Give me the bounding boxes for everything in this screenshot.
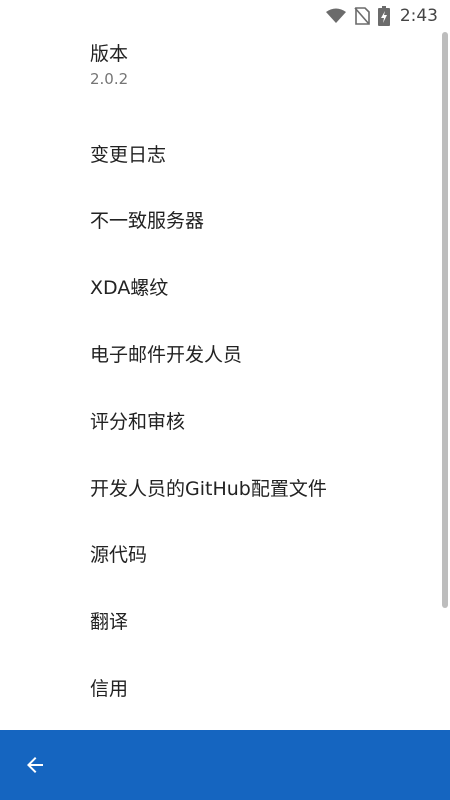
- settings-item-changelog[interactable]: 变更日志: [90, 122, 430, 188]
- status-time: 2:43: [399, 6, 438, 26]
- scrollbar[interactable]: [442, 32, 448, 608]
- settings-item-title: 源代码: [90, 544, 148, 566]
- settings-item-title: 电子邮件开发人员: [90, 344, 243, 366]
- settings-item-credits[interactable]: 信用: [90, 656, 430, 722]
- settings-item-title: 版本: [90, 43, 129, 65]
- settings-list: 版本 2.0.2 变更日志 不一致服务器 XDA螺纹 电子邮件开发人员 评分和审…: [0, 32, 450, 730]
- status-bar: 2:43: [0, 0, 450, 32]
- wifi-icon: [325, 8, 346, 24]
- settings-item-title: XDA螺纹: [90, 277, 169, 299]
- settings-item-title: 不一致服务器: [90, 210, 205, 232]
- settings-item-discord-server[interactable]: 不一致服务器: [90, 188, 430, 254]
- back-button[interactable]: [15, 745, 55, 785]
- settings-item-github-profile[interactable]: 开发人员的GitHub配置文件: [90, 456, 430, 522]
- settings-item-xda-thread[interactable]: XDA螺纹: [90, 255, 430, 321]
- settings-item-summary: 2.0.2: [90, 70, 129, 88]
- no-sim-icon: [354, 7, 370, 25]
- settings-item-title: 变更日志: [90, 144, 167, 166]
- settings-item-email-developer[interactable]: 电子邮件开发人员: [90, 322, 430, 388]
- settings-item-version[interactable]: 版本 2.0.2: [90, 32, 430, 98]
- settings-item-rate-review[interactable]: 评分和审核: [90, 389, 430, 455]
- settings-item-translate[interactable]: 翻译: [90, 589, 430, 655]
- settings-item-title: 评分和审核: [90, 411, 186, 433]
- settings-item-source-code[interactable]: 源代码: [90, 522, 430, 588]
- arrow-back-icon: [23, 753, 47, 777]
- settings-item-title: 翻译: [90, 611, 129, 633]
- settings-item-title: 开发人员的GitHub配置文件: [90, 478, 327, 500]
- bottom-bar: [0, 730, 450, 800]
- battery-charging-icon: [377, 6, 390, 26]
- settings-item-title: 信用: [90, 678, 129, 700]
